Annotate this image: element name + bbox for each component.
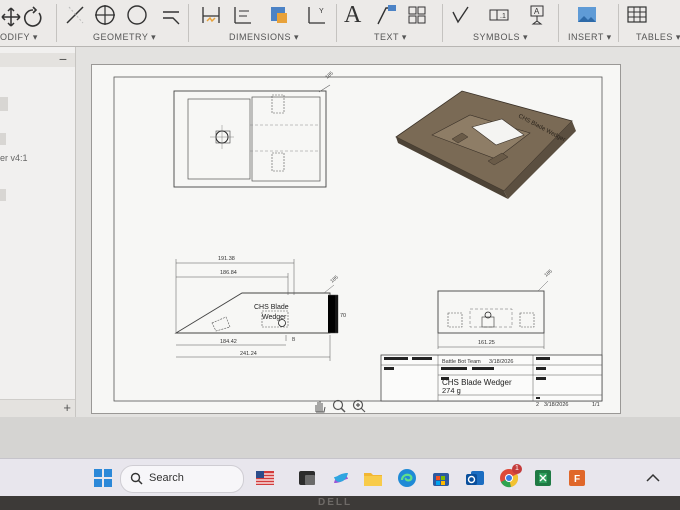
table-text-icon[interactable] (406, 4, 428, 26)
svg-text:F: F (574, 474, 580, 485)
weather-flag-icon[interactable] (254, 467, 276, 489)
outlook-icon[interactable] (464, 467, 486, 489)
file-explorer-icon[interactable] (362, 467, 384, 489)
title-team-date: 3/18/2026 (489, 359, 513, 365)
geometry-group-label[interactable]: GEOMETRY ▾ (93, 32, 156, 43)
feature-control-frame-icon[interactable]: .1 (488, 4, 510, 26)
pan-icon[interactable] (312, 399, 326, 413)
front-part-label-1: CHS Blade (254, 304, 289, 311)
drawing-canvas[interactable]: 185 CHS Blade Wedger 191.38 186.84 184.4… (76, 47, 680, 417)
modify-group-label[interactable]: ODIFY ▾ (0, 32, 38, 43)
chain-icon[interactable]: Y (306, 4, 328, 26)
dim-184-42: 184.42 (220, 339, 237, 345)
center-mark-icon[interactable] (94, 4, 116, 26)
store-icon[interactable] (430, 467, 452, 489)
isometric-view[interactable] (395, 90, 576, 199)
task-view-icon[interactable] (296, 467, 318, 489)
notification-badge: 1 (512, 464, 522, 474)
ribbon-toolbar: ODIFY ▾ GEOMETRY ▾ Y DIMENSIONS ▾ A TEXT… (0, 0, 680, 47)
text-icon[interactable]: A (344, 2, 366, 28)
dim-191-38: 191.38 (218, 256, 235, 262)
status-strip (0, 417, 680, 459)
drawing-sheet[interactable]: 185 CHS Blade Wedger 191.38 186.84 184.4… (92, 65, 620, 413)
insert-group-label[interactable]: INSERT ▾ (568, 32, 612, 43)
panel-tab[interactable] (0, 189, 6, 201)
table-icon[interactable] (626, 4, 648, 26)
search-icon (130, 472, 143, 485)
svg-text:Y: Y (319, 8, 324, 15)
copilot-icon[interactable] (330, 467, 352, 489)
browser-item[interactable]: er v4:1 (0, 153, 28, 163)
centerline-icon[interactable] (160, 4, 182, 26)
fusion-icon[interactable]: F (566, 467, 588, 489)
baseline-icon[interactable] (268, 4, 290, 26)
chevron-up-icon[interactable] (642, 467, 664, 489)
right-callout: 185 (543, 268, 553, 278)
drawing-svg: 185 CHS Blade Wedger 191.38 186.84 184.4… (113, 70, 603, 408)
edge-icon[interactable] (396, 467, 418, 489)
title-date: 3/18/2026 (544, 402, 568, 408)
side-callout: 185 (329, 274, 339, 284)
svg-text:A: A (534, 7, 540, 16)
front-part-label-2: Wedger (262, 314, 287, 321)
excel-icon[interactable] (532, 467, 554, 489)
front-b-label: B (292, 337, 296, 343)
monitor-bezel: DELL (0, 496, 680, 510)
add-button[interactable]: + (63, 400, 71, 415)
dimension-icon[interactable] (200, 4, 222, 26)
right-view[interactable] (437, 280, 549, 349)
panel-header: − (0, 51, 75, 67)
panel-footer: + (0, 399, 75, 418)
zoom-icon[interactable] (332, 399, 346, 413)
surface-texture-icon[interactable] (450, 4, 472, 26)
ordinate-icon[interactable] (232, 4, 254, 26)
dim-241-24: 241.24 (240, 351, 257, 357)
dim-186-84: 186.84 (220, 270, 237, 276)
dim-height: 70 (340, 313, 346, 319)
rotate-icon[interactable] (22, 6, 44, 28)
line-icon[interactable] (64, 4, 86, 26)
move-icon[interactable] (0, 6, 22, 28)
collapse-button[interactable]: − (59, 51, 67, 67)
title-team: Battle Bot Team (442, 359, 481, 365)
taskbar: Search 1 F (0, 458, 680, 497)
panel-tab[interactable] (0, 133, 6, 145)
tables-group-label[interactable]: TABLES ▾ (636, 32, 680, 43)
text-group-label[interactable]: TEXT ▾ (374, 32, 407, 43)
circle-icon[interactable] (126, 4, 148, 26)
insert-image-icon[interactable] (576, 4, 598, 26)
top-view[interactable] (173, 84, 331, 188)
title-sheet: 1/1 (592, 402, 600, 408)
browser-panel: − er v4:1 + (0, 47, 76, 418)
dimensions-group-label[interactable]: DIMENSIONS ▾ (229, 32, 299, 43)
top-callout: 185 (324, 70, 334, 80)
zoom-window-icon[interactable] (352, 399, 366, 413)
svg-text:.1: .1 (500, 13, 506, 20)
title-mass: 274 g (442, 386, 461, 395)
datum-identifier-icon[interactable]: A (526, 4, 548, 26)
taskbar-search[interactable]: Search (120, 465, 244, 493)
bezel-brand: DELL (318, 497, 353, 508)
windows-start-icon[interactable] (92, 467, 114, 489)
symbols-group-label[interactable]: SYMBOLS ▾ (473, 32, 528, 43)
title-revision: 2 (536, 402, 539, 408)
panel-tab[interactable] (0, 97, 8, 111)
search-placeholder: Search (149, 472, 184, 484)
screen: ODIFY ▾ GEOMETRY ▾ Y DIMENSIONS ▾ A TEXT… (0, 0, 680, 510)
leader-icon[interactable] (376, 4, 398, 26)
dim-161-25: 161.25 (478, 340, 495, 346)
